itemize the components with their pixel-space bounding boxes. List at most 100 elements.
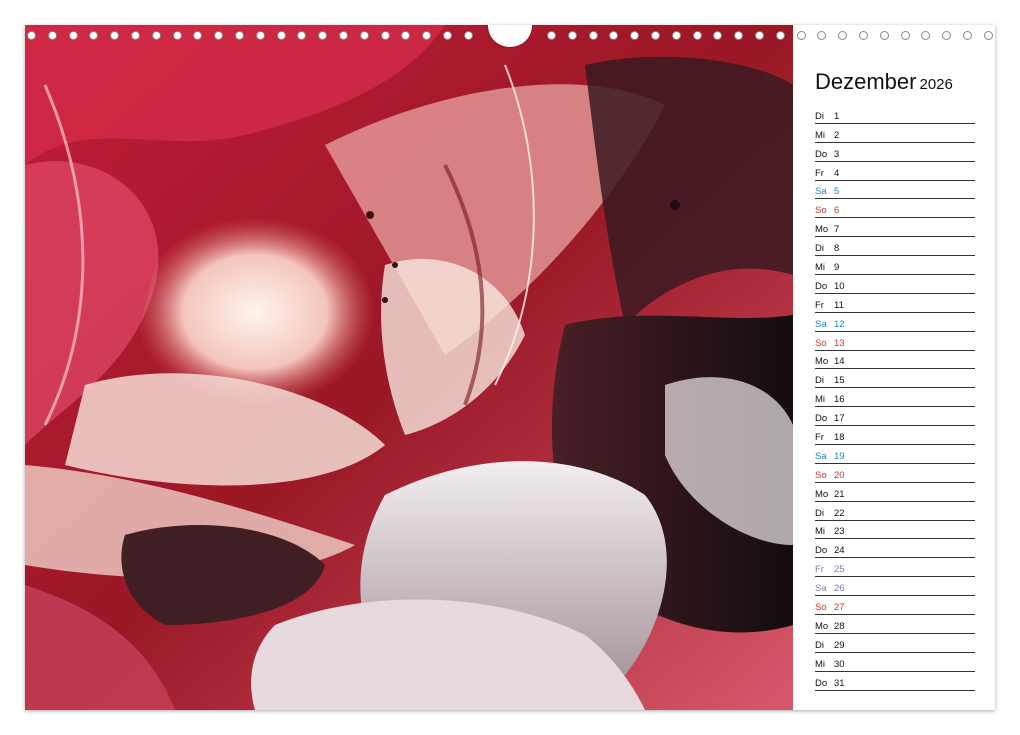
month-calendar: Dezember 2026 Di 1 Mi 2 Do 3 Fr 4 Sa 5 So 6 Mo 7 Di 8 Mi 9… (815, 69, 975, 691)
day-row: Di 8 (815, 237, 975, 257)
day-number: 15 (834, 375, 845, 387)
binding-hole (47, 31, 57, 40)
binding-hole (567, 31, 577, 40)
day-row: Mo 21 (815, 483, 975, 502)
day-number: 31 (834, 677, 845, 689)
day-number: 27 (834, 602, 845, 614)
weekday-label: Mo (815, 356, 829, 368)
day-number: 19 (834, 450, 845, 462)
day-row: Fr 4 (815, 162, 975, 181)
day-number: 11 (834, 299, 844, 311)
calendar-page: Dezember 2026 Di 1 Mi 2 Do 3 Fr 4 Sa 5 So 6 Mo 7 Di 8 Mi 9… (25, 25, 995, 710)
weekday-label: Di (815, 243, 824, 255)
day-number: 29 (834, 639, 845, 651)
day-row: Mo 28 (815, 615, 975, 634)
binding-hole (359, 31, 369, 40)
day-row: So 6 (815, 199, 975, 219)
abstract-encaustic-artwork (25, 25, 793, 710)
binding-hole (339, 31, 348, 40)
day-row: So 20 (815, 464, 975, 483)
weekday-label: Mi (815, 394, 826, 406)
binding-hole (380, 31, 390, 40)
weekday-label: Sa (815, 450, 827, 462)
day-row: Do 17 (815, 407, 975, 427)
weekday-label: Mi (815, 129, 826, 141)
weekday-label: Sa (815, 583, 827, 595)
day-number: 24 (834, 545, 845, 557)
day-number: 8 (834, 243, 840, 255)
day-number: 17 (834, 413, 845, 425)
binding-hole (983, 31, 993, 40)
binding-hole (89, 31, 99, 40)
day-list: Di 1 Mi 2 Do 3 Fr 4 Sa 5 So 6 Mo 7 Di 8 Mi 9 Do 10 Fr 11 Sa 12 S… (815, 105, 975, 691)
weekday-label: So (815, 469, 827, 481)
weekday-label: Do (815, 677, 828, 689)
binding-hole (963, 31, 972, 40)
day-row: Do 31 (815, 672, 975, 691)
day-number: 1 (834, 110, 840, 122)
weekday-label: Do (815, 545, 828, 557)
day-number: 5 (834, 186, 840, 198)
day-number: 22 (834, 507, 845, 519)
day-number: 12 (834, 318, 845, 330)
day-row: Fr 11 (815, 294, 975, 313)
day-number: 26 (834, 583, 845, 595)
day-number: 14 (834, 356, 845, 368)
binding-hole (859, 31, 868, 40)
day-row: Mi 2 (815, 124, 975, 143)
weekday-label: Mo (815, 224, 829, 236)
weekday-label: Mi (815, 262, 826, 274)
day-number: 23 (834, 526, 845, 538)
weekday-label: Di (815, 375, 824, 387)
weekday-label: So (815, 602, 827, 614)
weekday-label: Sa (815, 186, 827, 198)
binding-hole (276, 31, 286, 40)
day-number: 20 (834, 469, 845, 481)
binding-hole (151, 31, 161, 40)
weekday-label: So (815, 205, 827, 217)
month-title: Dezember 2026 (815, 69, 975, 95)
day-row: So 13 (815, 332, 975, 351)
binding-hole (755, 31, 764, 40)
day-number: 10 (834, 280, 845, 292)
binding-hole (734, 31, 744, 40)
day-number: 9 (834, 262, 840, 274)
day-number: 28 (834, 620, 845, 632)
binding-hole (255, 31, 265, 40)
binding-hole (68, 31, 78, 40)
day-row: Mo 14 (815, 351, 975, 370)
day-row: So 27 (815, 596, 975, 616)
day-row: Di 1 (815, 105, 975, 124)
day-number: 4 (834, 167, 840, 179)
weekday-label: Mi (815, 658, 826, 670)
binding-hole (297, 31, 307, 40)
day-row: Di 29 (815, 634, 975, 653)
binding-hole (879, 31, 889, 40)
binding-hole (651, 31, 660, 40)
binding-hole (110, 31, 120, 40)
binding-hole (443, 31, 452, 40)
binding-hole (422, 31, 432, 40)
weekday-label: Sa (815, 318, 827, 330)
binding-hole (713, 31, 723, 40)
day-number: 16 (834, 394, 845, 406)
binding-hole (235, 31, 244, 40)
binding-hole (193, 31, 203, 40)
weekday-label: Mo (815, 620, 829, 632)
binding-hole (630, 31, 640, 40)
binding-hole (131, 31, 140, 40)
binding-hole (463, 31, 473, 40)
binding-hole (796, 31, 806, 40)
month-name: Dezember (815, 69, 917, 94)
day-number: 30 (834, 658, 845, 670)
binding-hole (692, 31, 702, 40)
binding-hole (318, 31, 328, 40)
binding-hole (214, 31, 224, 40)
day-number: 3 (834, 148, 840, 160)
binding-hole (900, 31, 910, 40)
binding-hole (942, 31, 952, 40)
weekday-label: Fr (815, 167, 824, 179)
binding-hole (27, 31, 36, 40)
day-row: Di 22 (815, 502, 975, 521)
weekday-label: Fr (815, 432, 824, 444)
